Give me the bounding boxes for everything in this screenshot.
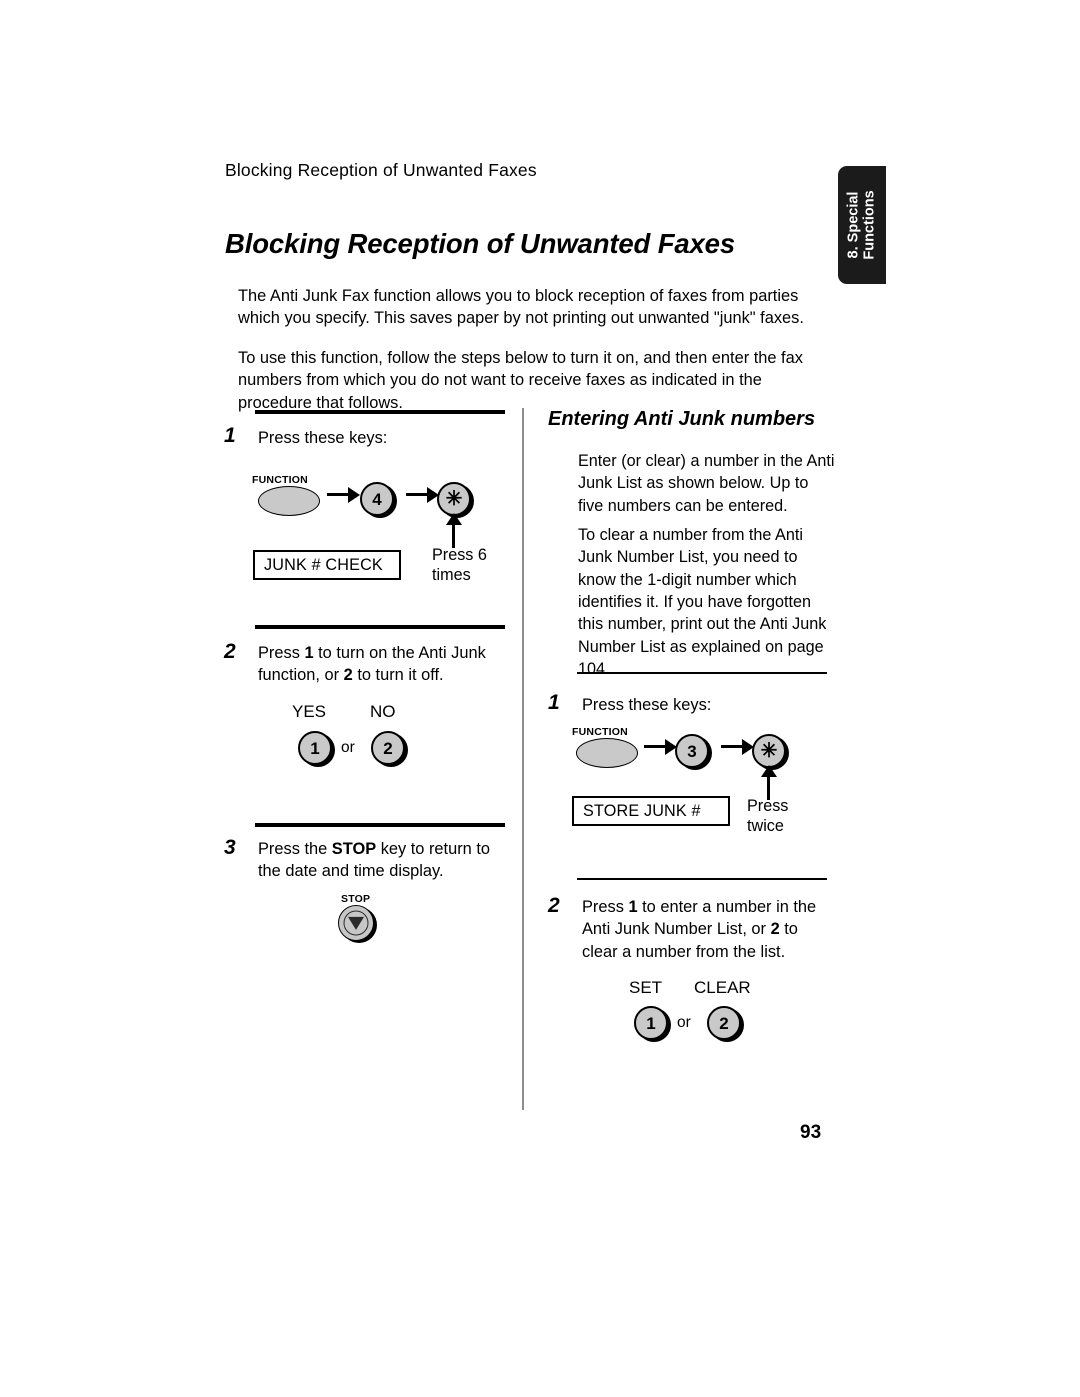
page-number: 93 [800,1122,822,1143]
manual-page: Blocking Reception of Unwanted Faxes 8. … [0,0,1080,1397]
right-step-1-annotation: Press twice [747,796,788,837]
left-step-3-rule [255,823,505,827]
label-no: NO [370,702,396,721]
label-clear: CLEAR [694,978,751,997]
left-step-3-number: 3 [224,836,236,859]
function-key-caption: FUNCTION [572,726,628,738]
lcd-display-store-junk: STORE JUNK # [572,796,730,826]
right-step-1-annotation-line1: Press [747,797,789,815]
left-step-1-annotation-line1: Press 6 [432,546,487,564]
left-step-1-annotation: Press 6 times [432,545,487,586]
left-step-2-rule [255,625,505,629]
left-step-3-text-b: STOP [331,840,377,858]
section-heading: Entering Anti Junk numbers [548,408,816,430]
numeric-key-4-icon: 4 [360,482,394,516]
function-key-icon [576,738,638,768]
right-step-1-annotation-line2: twice [747,817,784,836]
right-step-1-number: 1 [548,691,560,714]
chapter-thumb-tab-text: 8. Special Functions [845,166,877,284]
right-step-2-text: Press 1 to enter a number in the Anti Ju… [582,896,834,963]
numeric-key-3-icon: 3 [675,734,709,768]
stop-key-triangle [348,916,364,930]
or-separator: or [341,739,355,756]
page-title: Blocking Reception of Unwanted Faxes [225,228,735,259]
right-step-2-rule [577,878,827,880]
arrow-right-icon [721,745,743,748]
arrow-right-icon [406,493,428,496]
right-paragraph-1: Enter (or clear) a number in the Anti Ju… [578,452,835,515]
running-header: Blocking Reception of Unwanted Faxes [225,160,537,180]
left-step-1-rule [255,410,505,414]
intro-paragraph-1: The Anti Junk Fax function allows you to… [238,287,804,328]
left-step-1-number: 1 [224,424,236,447]
chapter-thumb-tab-line1: 8. Special [845,191,862,259]
numeric-key-2-icon: 2 [371,731,405,765]
stop-key-caption: STOP [341,893,371,905]
label-yes: YES [292,702,327,721]
left-step-2-text: Press 1 to turn on the Anti Junk functio… [258,642,506,687]
stop-key-circle [338,905,374,941]
lcd-display-junk-check: JUNK # CHECK [253,550,401,580]
stop-key-icon [338,905,380,947]
right-step-1-text: Press these keys: [582,696,712,714]
left-step-1-annotation-line2: times [432,566,471,585]
star-key-icon: ✳ [437,482,471,516]
label-set: SET [629,978,663,997]
left-step-1-text: Press these keys: [258,429,388,447]
right-step-2-number: 2 [548,894,560,917]
left-step-2-text-a: Press [258,644,305,662]
left-step-2-text-e: to turn it off. [352,666,444,685]
arrow-right-icon [644,745,666,748]
left-step-2-number: 2 [224,640,236,663]
column-divider [522,408,524,1110]
right-step-2-text-d: 2 [770,920,780,939]
function-key-icon [258,486,320,516]
star-key-icon: ✳ [752,734,786,768]
right-step-2-text-b: 1 [628,898,638,916]
function-key-caption: FUNCTION [252,474,308,486]
numeric-key-2-icon: 2 [707,1006,741,1040]
left-step-2-text-b: 1 [304,644,314,662]
numeric-key-1-icon: 1 [298,731,332,765]
right-step-1-rule [577,672,827,674]
arrow-right-icon [327,493,349,496]
numeric-key-1-icon: 1 [634,1006,668,1040]
left-step-2-text-d: 2 [343,666,353,685]
chapter-thumb-tab: 8. Special Functions [838,166,886,284]
or-separator: or [677,1014,691,1031]
chapter-thumb-tab-line2: Functions [861,190,877,260]
intro-paragraph-2: To use this function, follow the steps b… [238,348,803,412]
right-paragraph-2: To clear a number from the Anti Junk Num… [578,526,827,679]
right-step-2-text-a: Press [582,898,629,916]
left-step-3-text: Press the STOP key to return to the date… [258,838,508,883]
left-step-3-text-a: Press the [258,840,332,858]
